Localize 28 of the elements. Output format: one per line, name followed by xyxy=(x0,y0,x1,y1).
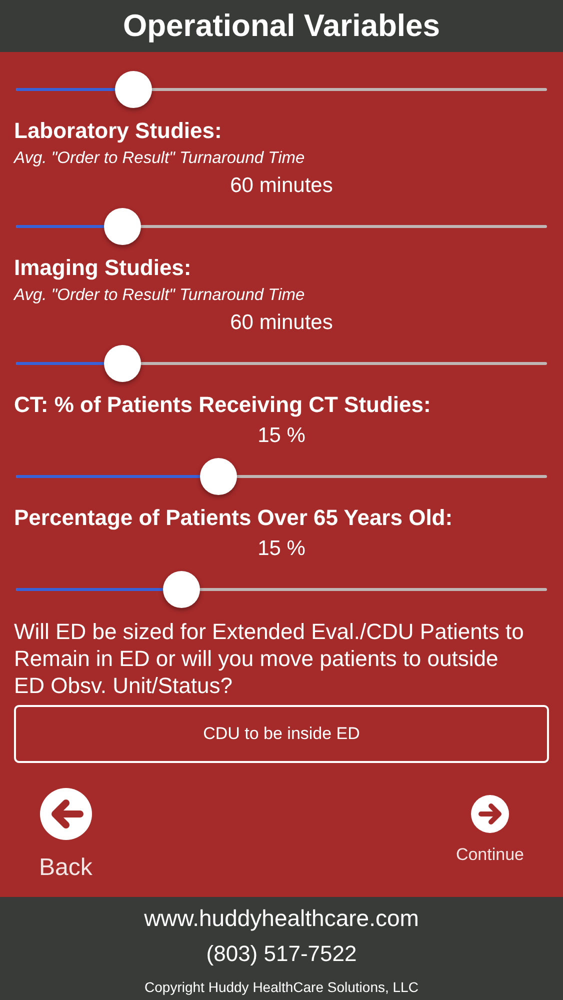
slider[interactable] xyxy=(14,569,549,609)
continue-button[interactable]: Continue xyxy=(456,788,524,882)
slider-value: 60 minutes xyxy=(230,310,333,336)
copyright-text: Copyright Huddy HealthCare Solutions, LLC xyxy=(144,979,418,995)
slider-value: 15 % xyxy=(258,536,306,562)
slider-thumb[interactable] xyxy=(162,570,200,608)
website-link[interactable]: www.huddyhealthcare.com xyxy=(144,905,419,931)
slider-value: 15 % xyxy=(258,423,306,449)
slider[interactable] xyxy=(14,69,549,109)
slider[interactable] xyxy=(14,456,549,496)
back-button[interactable]: Back xyxy=(39,788,92,882)
field-label: CT: % of Patients Receiving CT Studies: xyxy=(14,393,431,417)
slider-thumb[interactable] xyxy=(104,208,142,244)
slider[interactable] xyxy=(14,206,549,246)
slider-thumb[interactable] xyxy=(200,458,237,494)
field-hint: Avg. "Order to Result" Turnaround Time xyxy=(14,149,305,167)
question-text: Will ED be sized for Extended Eval./CDU Patients to Remain in ED or will you move patients to outside ED Obsv. Unit/Status? xyxy=(14,618,525,699)
slider-thumb[interactable] xyxy=(114,70,152,108)
field-label: Imaging Studies: xyxy=(14,256,192,280)
slider[interactable] xyxy=(14,343,549,383)
choice-button[interactable]: CDU to be inside ED xyxy=(14,705,549,763)
field-hint: Avg. "Order to Result" Turnaround Time xyxy=(14,286,305,304)
slider-value: 60 minutes xyxy=(230,173,333,199)
screen-title: Operational Variables xyxy=(122,8,440,44)
slider-thumb[interactable] xyxy=(104,344,142,382)
field-label: Laboratory Studies: xyxy=(14,119,222,143)
phone-link[interactable]: (803) 517-7522 xyxy=(206,941,357,967)
field-label: Percentage of Patients Over 65 Years Old: xyxy=(14,506,453,530)
